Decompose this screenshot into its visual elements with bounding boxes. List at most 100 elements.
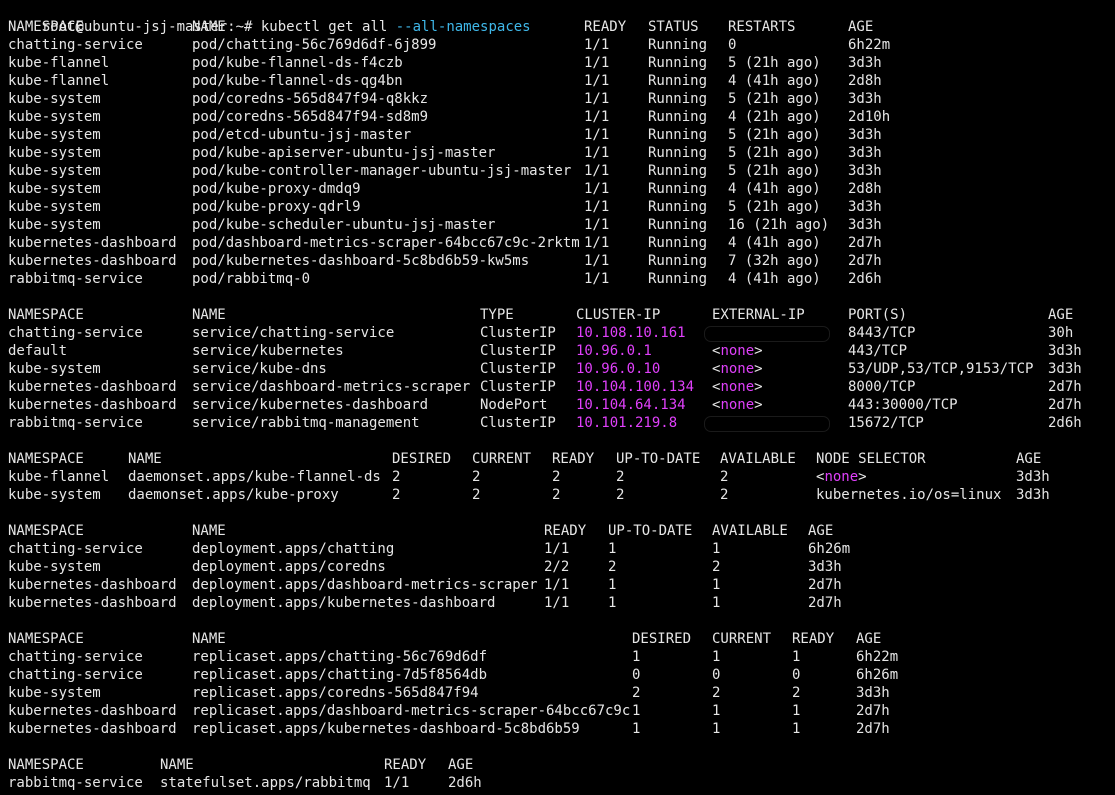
replicasets-cell: kubernetes-dashboard: [8, 703, 177, 719]
replicasets-cell: replicaset.apps/dashboard-metrics-scrape…: [192, 703, 631, 719]
pods-cell: pod/coredns-565d847f94-sd8m9: [192, 109, 429, 125]
pods-cell: 16 (21h ago): [728, 217, 830, 233]
deployments-cell: chatting-service: [8, 541, 143, 557]
services-cell: ClusterIP: [480, 379, 556, 395]
deployments-column-header: READY: [544, 523, 587, 539]
pods-cell: 4 (41h ago): [728, 181, 821, 197]
pods-cell: Running: [648, 37, 708, 53]
pods-cell: Running: [648, 199, 708, 215]
daemonsets-column-header: READY: [552, 451, 595, 467]
statefulsets-column-header: AGE: [448, 757, 474, 773]
services-cell: <none>: [712, 397, 763, 413]
terminal-window[interactable]: root@ubuntu-jsj-master:~# kubectl get al…: [8, 0, 1115, 795]
pods-cell: 3d3h: [848, 127, 882, 143]
pods-cell: pod/kube-apiserver-ubuntu-jsj-master: [192, 145, 496, 161]
daemonsets-cell: 2: [720, 469, 729, 485]
pods-cell: pod/coredns-565d847f94-q8kkz: [192, 91, 429, 107]
daemonsets-column-header: AGE: [1016, 451, 1042, 467]
services-cell: service/chatting-service: [192, 325, 395, 341]
services-cell: ClusterIP: [480, 325, 556, 341]
services-cell: service/kube-dns: [192, 361, 327, 377]
daemonsets-cell: 2: [472, 469, 481, 485]
pods-cell: pod/kube-flannel-ds-qg4bn: [192, 73, 403, 89]
deployments-cell: 2: [608, 559, 617, 575]
deployments-cell: kubernetes-dashboard: [8, 595, 177, 611]
pods-cell: kube-system: [8, 91, 101, 107]
deployments-cell: deployment.apps/coredns: [192, 559, 386, 575]
pods-cell: pod/kube-flannel-ds-f4czb: [192, 55, 403, 71]
pods-cell: pod/etcd-ubuntu-jsj-master: [192, 127, 412, 143]
services-cell: kubernetes-dashboard: [8, 397, 177, 413]
services-column-header: PORT(S): [848, 307, 908, 323]
replicasets-cell: 1: [792, 703, 801, 719]
pods-cell: kube-system: [8, 163, 101, 179]
deployments-cell: 1: [608, 577, 617, 593]
deployments-cell: deployment.apps/chatting: [192, 541, 395, 557]
daemonsets-cell: 2: [392, 487, 401, 503]
statefulsets-cell: statefulset.apps/rabbitmq: [160, 775, 371, 791]
daemonsets-cell: 2: [552, 469, 561, 485]
pods-cell: 2d10h: [848, 109, 891, 125]
pods-cell: 1/1: [584, 73, 610, 89]
pods-cell: 1/1: [584, 55, 610, 71]
replicasets-cell: 2: [712, 685, 721, 701]
services-cell: service/kubernetes-dashboard: [192, 397, 429, 413]
daemonsets-cell: 2: [472, 487, 481, 503]
services-cell: 10.104.64.134: [576, 397, 686, 413]
replicasets-column-header: CURRENT: [712, 631, 772, 647]
pods-cell: 3d3h: [848, 145, 882, 161]
services-cell: rabbitmq-service: [8, 415, 143, 431]
replicasets-column-header: DESIRED: [632, 631, 692, 647]
deployments-cell: deployment.apps/kubernetes-dashboard: [192, 595, 496, 611]
pods-cell: 2d8h: [848, 73, 882, 89]
daemonsets-cell: 2: [616, 487, 625, 503]
replicasets-cell: 0: [712, 667, 721, 683]
pods-cell: 5 (21h ago): [728, 145, 821, 161]
services-cell: 10.96.0.1: [576, 343, 652, 359]
deployments-cell: 1: [608, 541, 617, 557]
pods-column-header: RESTARTS: [728, 19, 796, 35]
pods-cell: Running: [648, 73, 708, 89]
pods-cell: Running: [648, 235, 708, 251]
services-cell: 8000/TCP: [848, 379, 916, 395]
replicasets-cell: 0: [632, 667, 641, 683]
pods-column-header: STATUS: [648, 19, 699, 35]
services-cell: ClusterIP: [480, 343, 556, 359]
daemonsets-cell: kubernetes.io/os=linux: [816, 487, 1002, 503]
replicasets-cell: 6h22m: [856, 649, 899, 665]
pods-cell: 1/1: [584, 271, 610, 287]
services-cell: 10.108.10.161: [576, 325, 686, 341]
services-cell: ClusterIP: [480, 415, 556, 431]
pods-cell: 3d3h: [848, 217, 882, 233]
pods-cell: 2d8h: [848, 181, 882, 197]
pods-cell: pod/kubernetes-dashboard-5c8bd6b59-kw5ms: [192, 253, 530, 269]
replicasets-cell: 3d3h: [856, 685, 890, 701]
deployments-cell: 2d7h: [808, 595, 842, 611]
deployments-cell: 2: [712, 559, 721, 575]
services-column-header: AGE: [1048, 307, 1074, 323]
services-column-header: NAMESPACE: [8, 307, 84, 323]
services-cell: 2d6h: [1048, 415, 1082, 431]
pods-cell: 1/1: [584, 253, 610, 269]
replicasets-cell: 0: [792, 667, 801, 683]
deployments-cell: 1: [608, 595, 617, 611]
services-cell: 443/TCP: [848, 343, 908, 359]
replicasets-cell: replicaset.apps/coredns-565d847f94: [192, 685, 479, 701]
pods-cell: Running: [648, 217, 708, 233]
pods-cell: 1/1: [584, 145, 610, 161]
pods-cell: 1/1: [584, 109, 610, 125]
daemonsets-cell: 2: [392, 469, 401, 485]
pods-cell: rabbitmq-service: [8, 271, 143, 287]
deployments-column-header: AVAILABLE: [712, 523, 788, 539]
services-cell: 2d7h: [1048, 379, 1082, 395]
daemonsets-column-header: CURRENT: [472, 451, 532, 467]
services-cell: 8443/TCP: [848, 325, 916, 341]
pods-cell: Running: [648, 109, 708, 125]
pods-cell: 3d3h: [848, 91, 882, 107]
redacted-external-ip: [704, 326, 830, 342]
deployments-column-header: AGE: [808, 523, 834, 539]
replicasets-cell: 1: [632, 721, 641, 737]
services-column-header: TYPE: [480, 307, 514, 323]
pods-cell: 3d3h: [848, 199, 882, 215]
command-flag: --all-namespaces: [395, 19, 531, 35]
